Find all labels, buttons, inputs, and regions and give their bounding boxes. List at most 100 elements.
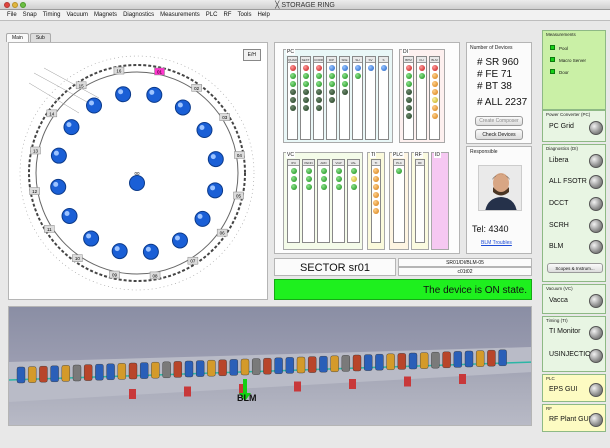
status-led[interactable] <box>373 200 379 206</box>
status-led[interactable] <box>367 65 374 71</box>
magnet-element[interactable] <box>83 364 93 381</box>
status-led[interactable] <box>315 105 322 111</box>
status-led[interactable] <box>431 65 438 71</box>
sector-ball-02[interactable] <box>174 99 191 116</box>
menu-magnets[interactable]: Magnets <box>91 10 120 20</box>
status-led[interactable] <box>290 184 297 190</box>
status-led[interactable] <box>341 89 348 95</box>
magnet-element[interactable] <box>50 365 59 382</box>
magnet-element[interactable] <box>16 366 26 384</box>
status-led[interactable] <box>354 65 361 71</box>
magnet-element[interactable] <box>139 362 149 379</box>
menu-help[interactable]: Help <box>254 10 272 20</box>
column-sext[interactable]: SEXT <box>300 56 311 140</box>
menu-rf[interactable]: RF <box>220 10 234 20</box>
status-led[interactable] <box>431 89 438 95</box>
magnet-element[interactable] <box>487 350 496 367</box>
menu-vacuum[interactable]: Vacuum <box>63 10 91 20</box>
status-led[interactable] <box>302 81 309 87</box>
sector-ball-08[interactable] <box>142 243 159 260</box>
status-led[interactable] <box>315 97 322 103</box>
menu-timing[interactable]: Timing <box>40 10 64 20</box>
status-led[interactable] <box>335 184 342 190</box>
sector-ball-15[interactable] <box>86 97 103 114</box>
status-led[interactable] <box>396 168 402 174</box>
status-led[interactable] <box>289 97 296 103</box>
status-led[interactable] <box>405 89 412 95</box>
macro-server-button[interactable]: Macro Server <box>559 58 586 63</box>
column-ti[interactable]: TI <box>371 159 381 243</box>
column-vgp[interactable]: VGP <box>332 159 345 243</box>
sector-ball-03[interactable] <box>196 122 213 139</box>
scopes-instruments-button[interactable]: Scopes & Instrum... <box>547 263 603 273</box>
magnet-element[interactable] <box>341 355 350 372</box>
status-led[interactable] <box>405 81 412 87</box>
status-led[interactable] <box>289 81 296 87</box>
magnet-element[interactable] <box>285 357 294 374</box>
status-led[interactable] <box>341 65 348 71</box>
sector-ball-10[interactable] <box>83 230 100 247</box>
magnet-element[interactable] <box>464 350 474 368</box>
tab-sub[interactable]: Sub <box>29 33 51 42</box>
status-led[interactable] <box>431 105 438 111</box>
sector-ball-05[interactable] <box>207 182 224 199</box>
magnet-element[interactable] <box>386 353 395 370</box>
status-led[interactable] <box>335 168 342 174</box>
status-led[interactable] <box>289 73 296 79</box>
status-led[interactable] <box>341 73 348 79</box>
magnet-element[interactable] <box>263 358 272 375</box>
magnet-element[interactable] <box>442 351 451 368</box>
magnet-element[interactable] <box>251 358 261 375</box>
sector-ball-13[interactable] <box>50 147 67 164</box>
status-led[interactable] <box>354 73 361 79</box>
status-led[interactable] <box>320 184 327 190</box>
status-led[interactable] <box>305 168 312 174</box>
door-button[interactable]: Door <box>559 70 569 75</box>
status-led[interactable] <box>335 176 342 182</box>
magnet-element[interactable] <box>240 358 250 376</box>
magnet-element[interactable] <box>408 352 418 370</box>
menu-tools[interactable]: Tools <box>234 10 254 20</box>
blm-troubles-link[interactable]: BLM Troubles <box>481 240 512 246</box>
status-led[interactable] <box>305 176 312 182</box>
status-led[interactable] <box>315 73 322 79</box>
status-led[interactable] <box>431 81 438 87</box>
sector-ball-06[interactable] <box>194 210 211 227</box>
status-led[interactable] <box>431 113 438 119</box>
column-val[interactable]: VAL <box>347 159 360 243</box>
status-led[interactable] <box>405 97 412 103</box>
magnet-element[interactable] <box>195 360 205 377</box>
column-s[interactable]: S <box>378 56 389 140</box>
magnet-element[interactable] <box>431 352 440 369</box>
magnet-element[interactable] <box>296 356 306 374</box>
ti-monitor-button[interactable] <box>589 326 603 340</box>
status-led[interactable] <box>328 97 335 103</box>
create-composer-button[interactable]: Create Composer <box>475 116 523 126</box>
magnet-element[interactable] <box>173 361 183 378</box>
blm-button[interactable] <box>589 240 603 254</box>
column-penn[interactable]: PENN <box>302 159 315 243</box>
eh-button[interactable]: E/H <box>242 49 261 61</box>
vacca-button[interactable] <box>589 294 603 308</box>
magnet-element[interactable] <box>106 363 115 380</box>
magnet-element[interactable] <box>28 366 37 383</box>
menu-snap[interactable]: Snap <box>20 10 40 20</box>
magnet-element[interactable] <box>319 356 328 373</box>
magnet-element[interactable] <box>308 356 317 373</box>
status-led[interactable] <box>328 89 335 95</box>
dcct-button[interactable] <box>589 197 603 211</box>
magnet-element[interactable] <box>117 363 127 380</box>
status-led[interactable] <box>350 176 357 182</box>
menu-measurements[interactable]: Measurements <box>157 10 203 20</box>
magnet-element[interactable] <box>151 362 160 379</box>
sector-ball-04[interactable] <box>207 151 224 168</box>
column-quad[interactable]: QUAD <box>287 56 298 140</box>
status-led[interactable] <box>305 184 312 190</box>
magnet-element[interactable] <box>184 360 194 378</box>
magnet-element[interactable] <box>218 359 227 376</box>
status-led[interactable] <box>341 81 348 87</box>
magnet-element[interactable] <box>330 355 339 372</box>
libera-button[interactable] <box>589 154 603 168</box>
magnet-element[interactable] <box>95 364 104 381</box>
tab-main[interactable]: Main <box>6 33 29 42</box>
